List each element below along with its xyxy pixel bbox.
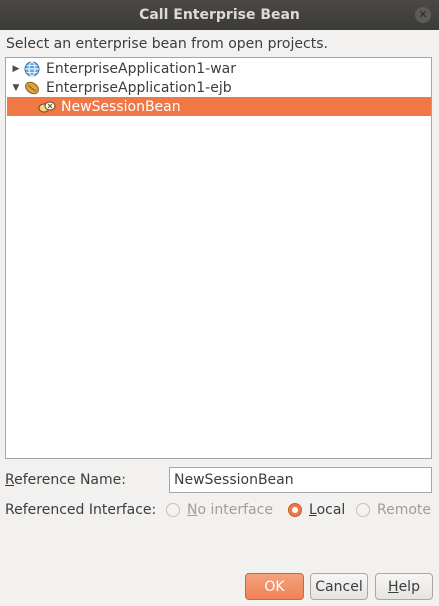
window-title: Call Enterprise Bean — [139, 7, 300, 23]
no-interface-radio[interactable]: No interface — [166, 502, 273, 518]
tree-node-label: EnterpriseApplication1-war — [46, 60, 236, 77]
bean-module-icon — [23, 79, 41, 97]
help-button[interactable]: Help — [375, 573, 433, 600]
title-bar: Call Enterprise Bean ✕ — [0, 0, 439, 30]
expand-toggle-icon[interactable]: ▶ — [9, 64, 23, 74]
radio-label: Remote — [377, 502, 432, 518]
ok-button[interactable]: OK — [245, 573, 304, 600]
reference-name-label: Reference Name: — [5, 472, 126, 488]
local-radio[interactable]: Local — [288, 502, 345, 518]
radio-label: No interface — [187, 502, 273, 518]
remote-radio[interactable]: Remote — [356, 502, 431, 518]
tree-node-session-bean[interactable]: NewSessionBean — [7, 97, 431, 116]
tree-node-war[interactable]: ▶ EnterpriseApplication1-war — [9, 59, 236, 78]
tree-node-ejb[interactable]: ▼ EnterpriseApplication1-ejb — [9, 78, 232, 97]
collapse-toggle-icon[interactable]: ▼ — [9, 83, 23, 93]
radio-indicator — [356, 503, 370, 517]
cancel-button[interactable]: Cancel — [310, 573, 368, 600]
referenced-interface-label: Referenced Interface: — [5, 502, 157, 518]
bean-tree[interactable]: ▶ EnterpriseApplication1-war ▼ Enterpris… — [5, 57, 432, 459]
reference-name-input[interactable] — [169, 467, 432, 493]
globe-icon — [23, 60, 41, 78]
radio-label: Local — [309, 502, 346, 518]
tree-node-label: NewSessionBean — [61, 98, 181, 115]
instruction-label: Select an enterprise bean from open proj… — [6, 36, 328, 52]
tree-node-label: EnterpriseApplication1-ejb — [46, 79, 232, 96]
radio-indicator — [166, 503, 180, 517]
radio-indicator — [288, 503, 302, 517]
close-icon[interactable]: ✕ — [415, 7, 431, 23]
session-bean-icon — [38, 98, 56, 116]
